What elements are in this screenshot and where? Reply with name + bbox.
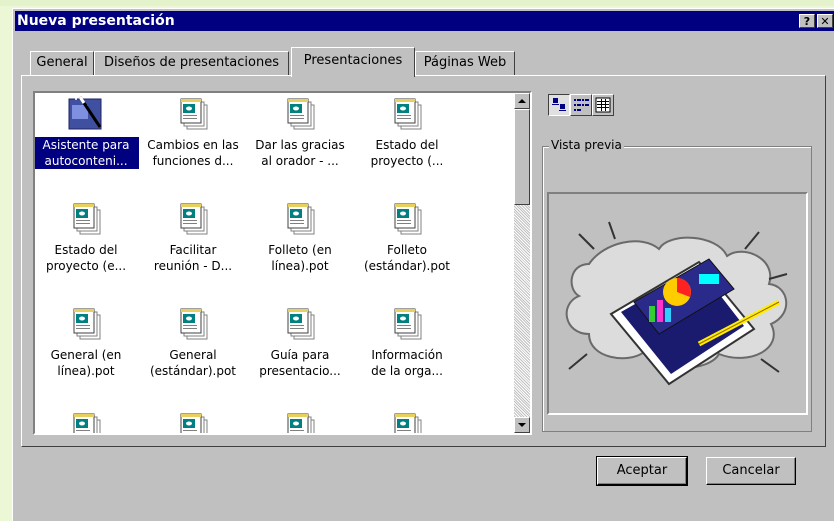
template-item[interactable]: Información de la orga... bbox=[354, 303, 460, 379]
template-list[interactable]: Asistente para autoconteni... Cambios en l… bbox=[33, 91, 532, 435]
template-item-label-line: General (en bbox=[50, 348, 122, 362]
dialog-title: Nueva presentación bbox=[17, 13, 175, 29]
presentation-file-icon bbox=[387, 408, 427, 433]
template-item[interactable] bbox=[247, 408, 353, 433]
arrow-down-icon bbox=[518, 423, 526, 427]
presentation-file-icon bbox=[280, 93, 320, 133]
template-item-label-line: (estándar).pot bbox=[149, 364, 237, 378]
template-item[interactable]: Facilitar reunión - D... bbox=[140, 198, 246, 274]
template-item[interactable]: Estado del proyecto (... bbox=[354, 93, 460, 169]
template-item-label-line: Guía para bbox=[270, 348, 330, 362]
presentation-file-icon bbox=[66, 408, 106, 433]
template-item-label: Cambios en las funciones d... bbox=[140, 137, 246, 169]
template-item[interactable] bbox=[35, 408, 139, 433]
presentation-file-icon bbox=[387, 93, 427, 133]
template-item[interactable]: Asistente para autoconteni... bbox=[35, 93, 139, 169]
template-item-label: General (estándar).pot bbox=[140, 347, 246, 379]
template-item-label-line: proyecto (... bbox=[370, 154, 444, 168]
template-item-label-line: Facilitar bbox=[169, 243, 217, 257]
presentation-file-icon bbox=[280, 303, 320, 343]
cancel-button[interactable]: Cancelar bbox=[706, 457, 796, 485]
template-item[interactable] bbox=[140, 408, 246, 433]
presentation-file-icon bbox=[173, 198, 213, 238]
template-item-label-line: Información bbox=[371, 348, 443, 362]
template-item-label-line: reunión - D... bbox=[153, 259, 233, 273]
close-button[interactable]: ✕ bbox=[817, 14, 833, 28]
template-item[interactable]: General (estándar).pot bbox=[140, 303, 246, 379]
template-item-label-line: (estándar).pot bbox=[363, 259, 451, 273]
template-item-label: Estado del proyecto (e... bbox=[35, 242, 139, 274]
vertical-scrollbar[interactable] bbox=[514, 93, 530, 433]
large-icons-view-button[interactable] bbox=[548, 94, 570, 116]
help-button[interactable]: ? bbox=[799, 14, 815, 28]
template-item-label: Guía para presentacio... bbox=[247, 347, 353, 379]
template-item-label: Asistente para autoconteni... bbox=[35, 137, 139, 169]
presentation-file-icon bbox=[173, 303, 213, 343]
template-item-label: Facilitar reunión - D... bbox=[140, 242, 246, 274]
template-item-label-line: Cambios en las bbox=[147, 138, 239, 152]
template-item-label-line: línea).pot bbox=[57, 364, 115, 378]
template-item-label: Información de la orga... bbox=[354, 347, 460, 379]
scroll-down-button[interactable] bbox=[514, 417, 530, 433]
preview-image bbox=[547, 192, 808, 415]
presentation-file-icon bbox=[387, 303, 427, 343]
template-item-label-line: autoconteni... bbox=[44, 154, 128, 168]
tab-panel: Asistente para autoconteni... Cambios en l… bbox=[21, 75, 826, 447]
template-item[interactable]: Estado del proyecto (e... bbox=[35, 198, 139, 274]
template-item-label-line: proyecto (e... bbox=[45, 259, 127, 273]
template-item-label: Folleto (en línea).pot bbox=[247, 242, 353, 274]
presentation-file-icon bbox=[66, 303, 106, 343]
tab-general[interactable]: General bbox=[30, 51, 94, 75]
details-view-button[interactable] bbox=[592, 94, 614, 116]
list-view-button[interactable] bbox=[570, 94, 592, 116]
template-item-label: General (en línea).pot bbox=[35, 347, 139, 379]
template-item-label: Estado del proyecto (... bbox=[354, 137, 460, 169]
list-view-icon bbox=[574, 99, 589, 111]
presentation-file-icon bbox=[173, 93, 213, 133]
template-item-label-line: al orador - ... bbox=[261, 154, 339, 168]
arrow-up-icon bbox=[518, 99, 526, 103]
template-item-label-line: funciones d... bbox=[152, 154, 234, 168]
template-item[interactable]: Guía para presentacio... bbox=[247, 303, 353, 379]
preview-group: Vista previa bbox=[542, 138, 812, 432]
template-item[interactable]: Folleto (estándar).pot bbox=[354, 198, 460, 274]
presentation-file-icon bbox=[387, 198, 427, 238]
template-item-label: Folleto (estándar).pot bbox=[354, 242, 460, 274]
template-item-label-line: Estado del bbox=[54, 243, 118, 257]
template-item-label-line: línea).pot bbox=[271, 259, 329, 273]
wizard-icon bbox=[66, 93, 106, 133]
scroll-up-button[interactable] bbox=[514, 93, 530, 109]
new-presentation-dialog: Nueva presentación ? ✕ General Diseños d… bbox=[12, 8, 834, 521]
template-item-label-line: Dar las gracias bbox=[255, 138, 345, 152]
tab-disenos-de-presentaciones[interactable]: Diseños de presentaciones bbox=[94, 51, 289, 75]
template-item-label-line: de la orga... bbox=[371, 364, 443, 378]
template-item-label-line: presentacio... bbox=[259, 364, 341, 378]
template-item[interactable] bbox=[354, 408, 460, 433]
title-bar: Nueva presentación ? ✕ bbox=[15, 11, 834, 31]
template-item-label-line: Asistente para bbox=[42, 138, 130, 152]
template-item[interactable]: Dar las gracias al orador - ... bbox=[247, 93, 353, 169]
presentation-file-icon bbox=[280, 198, 320, 238]
tab-paginas-web[interactable]: Páginas Web bbox=[415, 51, 515, 75]
template-item[interactable]: Cambios en las funciones d... bbox=[140, 93, 246, 169]
presentation-clipart-icon bbox=[565, 221, 788, 386]
template-item[interactable]: General (en línea).pot bbox=[35, 303, 139, 379]
template-item[interactable]: Folleto (en línea).pot bbox=[247, 198, 353, 274]
scroll-thumb[interactable] bbox=[514, 109, 530, 205]
template-item-label-line: Folleto (en bbox=[268, 243, 332, 257]
template-item-label-line: Estado del bbox=[375, 138, 439, 152]
template-item-label-line: General bbox=[169, 348, 217, 362]
tab-presentaciones[interactable]: Presentaciones bbox=[291, 47, 415, 77]
preview-label: Vista previa bbox=[549, 138, 624, 152]
template-item-label-line: Folleto bbox=[387, 243, 427, 257]
presentation-file-icon bbox=[280, 408, 320, 433]
accept-button[interactable]: Aceptar bbox=[596, 456, 688, 486]
large-icons-view-icon bbox=[552, 98, 566, 111]
presentation-file-icon bbox=[173, 408, 213, 433]
details-view-icon bbox=[595, 97, 611, 113]
presentation-file-icon bbox=[66, 198, 106, 238]
template-item-label: Dar las gracias al orador - ... bbox=[247, 137, 353, 169]
desktop-background bbox=[0, 0, 834, 6]
